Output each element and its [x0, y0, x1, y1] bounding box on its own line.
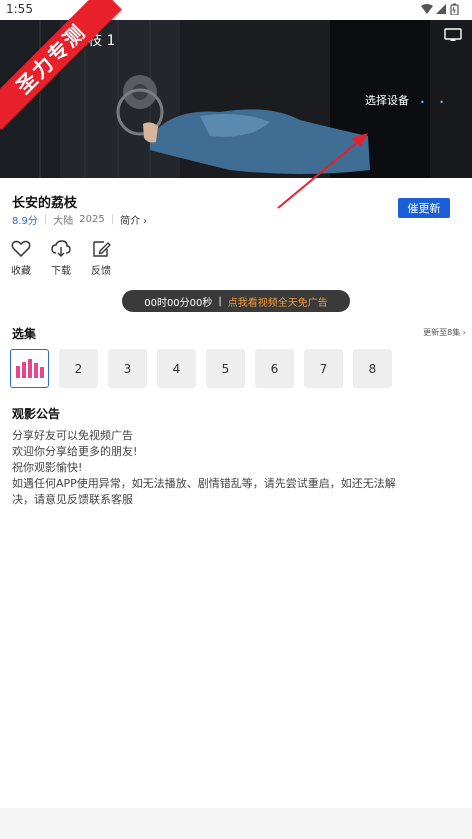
- notice-line: 祝你观影愉快!: [12, 461, 83, 474]
- episode-item[interactable]: 6: [255, 349, 294, 388]
- ad-free-link[interactable]: 点我看视频全天免广告: [228, 294, 328, 309]
- episode-item[interactable]: 4: [157, 349, 196, 388]
- favorite-label: 收藏: [11, 266, 31, 277]
- ad-timer-separator: |: [218, 295, 222, 307]
- episodes-more-link[interactable]: 更新至8集 ›: [423, 327, 466, 338]
- episode-item[interactable]: 7: [304, 349, 343, 388]
- episode-item[interactable]: 8: [353, 349, 392, 388]
- notice-line: 分享好友可以免视频广告: [12, 429, 133, 442]
- ad-timer-time: 00时00分00秒: [144, 297, 213, 309]
- bottom-bar: [0, 808, 472, 839]
- remind-update-button[interactable]: 催更新: [398, 198, 450, 218]
- meta-divider: |: [43, 214, 48, 225]
- episode-item[interactable]: 5: [206, 349, 245, 388]
- episode-1-playing[interactable]: [10, 349, 49, 388]
- intro-link[interactable]: 简介 ›: [120, 212, 147, 227]
- drama-info: 长安的荔枝: [12, 192, 77, 211]
- feedback-button[interactable]: 反馈: [88, 240, 114, 277]
- download-icon: [51, 240, 71, 257]
- episode-list: 2 3 4 5 6 7 8: [10, 349, 392, 388]
- heart-icon: [11, 240, 31, 258]
- status-time: 1:55: [6, 2, 33, 16]
- notice-line: 欢迎你分享给更多的朋友!: [12, 445, 138, 458]
- notice-title: 观影公告: [12, 407, 61, 421]
- action-bar: 收藏 下载 反馈: [8, 240, 114, 277]
- feedback-icon: [93, 241, 111, 257]
- ad-timer-bar[interactable]: 00时00分00秒 | 点我看视频全天免广告: [122, 290, 350, 312]
- drama-score: 8.9分: [12, 216, 38, 227]
- drama-title: 长安的荔枝: [12, 196, 78, 211]
- episode-item[interactable]: 2: [59, 349, 98, 388]
- download-label: 下载: [51, 266, 71, 277]
- status-icons: [420, 3, 464, 18]
- cast-screen-icon[interactable]: [444, 28, 462, 42]
- favorite-button[interactable]: 收藏: [8, 240, 34, 277]
- drama-year: 2025: [79, 214, 105, 225]
- download-button[interactable]: 下载: [48, 240, 74, 277]
- signal-wifi-battery-icon: [421, 3, 459, 16]
- playing-bars-icon: [15, 358, 44, 378]
- meta-divider: |: [110, 214, 115, 225]
- notice-line: 决，请意见反馈联系客服: [12, 493, 133, 506]
- drama-meta: 8.9分 | 大陆 2025 | 简介 ›: [12, 212, 147, 227]
- notice-body: 分享好友可以免视频广告 欢迎你分享给更多的朋友! 祝你观影愉快! 如遇任何APP…: [12, 428, 462, 508]
- loading-dots: • •: [420, 98, 450, 107]
- notice-line: 如遇任何APP使用异常，如无法播放、剧情错乱等，请先尝试重启，如还无法解: [12, 477, 396, 490]
- select-device-label[interactable]: 选择设备: [365, 92, 409, 108]
- episode-item[interactable]: 3: [108, 349, 147, 388]
- drama-region: 大陆: [53, 216, 74, 227]
- episodes-title: 选集: [12, 327, 37, 341]
- feedback-label: 反馈: [91, 266, 111, 277]
